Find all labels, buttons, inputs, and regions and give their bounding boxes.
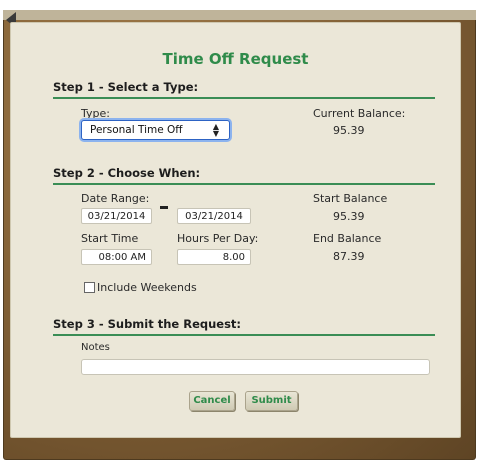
end-date-input[interactable]: 03/21/2014	[177, 208, 251, 224]
current-balance-label: Current Balance:	[313, 107, 406, 120]
step1-heading: Step 1 - Select a Type:	[53, 80, 435, 99]
cancel-button[interactable]: Cancel	[189, 391, 235, 411]
type-select-value: Personal Time Off	[90, 124, 183, 136]
hours-per-day-input[interactable]: 8.00	[177, 249, 251, 265]
title-bar	[3, 10, 476, 20]
include-weekends-checkbox[interactable]	[84, 282, 95, 293]
date-range-label: Date Range:	[81, 192, 150, 205]
include-weekends-label: Include Weekends	[97, 281, 197, 294]
start-time-label: Start Time	[81, 232, 139, 245]
end-balance-label: End Balance	[313, 232, 382, 245]
step3-heading: Step 3 - Submit the Request:	[53, 317, 435, 336]
start-time-input[interactable]: 08:00 AM	[81, 249, 152, 265]
start-balance-value: 95.39	[333, 210, 365, 223]
step2-heading: Step 2 - Choose When:	[53, 166, 435, 185]
end-balance-value: 87.39	[333, 250, 365, 263]
current-balance-value: 95.39	[333, 124, 365, 137]
select-arrows-icon: ▲ ▼	[212, 122, 219, 138]
dialog-title: Time Off Request	[162, 50, 309, 68]
hours-per-day-label: Hours Per Day:	[177, 232, 259, 245]
type-select[interactable]: Personal Time Off ▲ ▼	[81, 120, 230, 140]
start-balance-label: Start Balance	[313, 192, 388, 205]
type-label: Type:	[81, 107, 110, 120]
start-date-input[interactable]: 03/21/2014	[81, 208, 152, 224]
submit-button[interactable]: Submit	[245, 391, 298, 411]
notes-input[interactable]	[81, 359, 430, 375]
date-range-dash	[160, 206, 168, 209]
notes-label: Notes	[81, 342, 110, 353]
